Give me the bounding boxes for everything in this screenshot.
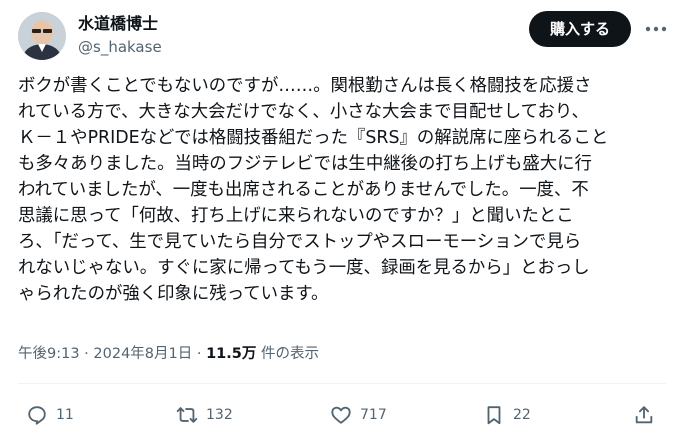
post-timestamp[interactable]: 午後9:13 · 2024年8月1日 · [18,346,206,362]
author-handle[interactable]: @s_hakase [78,37,162,57]
repost-icon [176,407,198,423]
bookmark-icon [487,406,501,425]
divider [18,383,666,384]
subscribe-button[interactable]: 購入する [529,11,631,47]
heart-icon [331,406,351,424]
share-button[interactable] [633,402,655,428]
more-dots-icon [645,26,667,32]
views-suffix: 件の表示 [256,346,319,362]
share-icon [635,406,653,424]
bookmark-count: 22 [513,407,531,423]
repost-count: 132 [206,407,233,423]
post-text: ボクが書くことでもないのですが……。関根勤さんは長く格闘技を応援さ れている方で… [18,76,609,304]
reply-button[interactable]: 11 [26,402,74,428]
post-meta: 午後9:13 · 2024年8月1日 · 11.5万 件の表示 [18,344,319,364]
bookmark-button[interactable]: 22 [483,402,531,428]
author-display-name[interactable]: 水道橋博士 [78,14,158,34]
repost-button[interactable]: 132 [176,402,233,428]
avatar[interactable] [18,12,66,60]
more-options-button[interactable] [643,16,669,42]
reply-count: 11 [56,407,74,423]
reply-icon [28,406,46,425]
like-count: 717 [360,407,387,423]
tweet-card: 水道橋博士 @s_hakase 購入する ボクが書くことでもないのですが……。関… [0,0,676,446]
like-button[interactable]: 717 [330,402,387,428]
views-count: 11.5万 [206,346,257,362]
